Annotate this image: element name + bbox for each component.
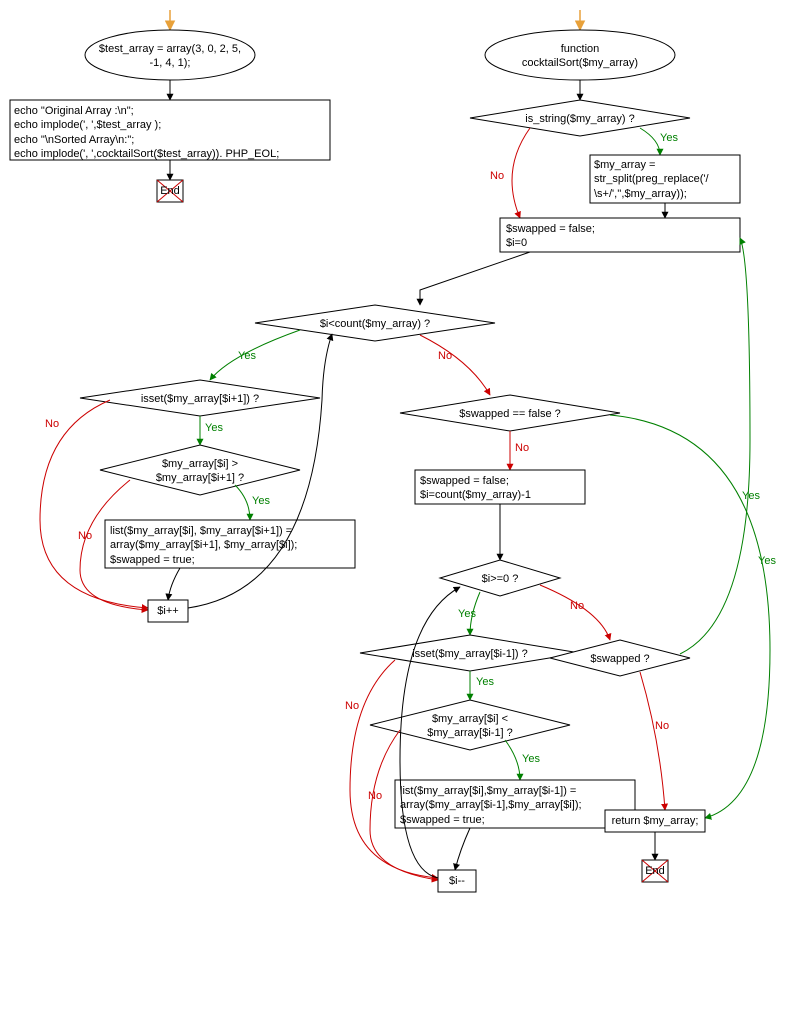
node-f-dec	[438, 870, 476, 892]
node-f-sw2	[550, 640, 690, 676]
node-f-fwdcond	[255, 305, 495, 341]
node-m-start	[85, 30, 255, 80]
edge	[512, 128, 530, 218]
edge	[470, 592, 480, 635]
edge	[420, 252, 530, 305]
edge	[40, 400, 148, 608]
node-m-echo	[10, 100, 330, 160]
node-f-swfalse	[400, 395, 620, 431]
edge	[540, 585, 610, 640]
edge	[505, 740, 520, 780]
node-f-return	[605, 810, 705, 832]
flowchart-canvas	[0, 0, 793, 1020]
node-f-isstr	[470, 100, 690, 136]
edge	[640, 128, 660, 155]
edge	[610, 415, 770, 818]
edge	[168, 568, 180, 600]
node-f-inc	[148, 600, 188, 622]
node-f-isset1	[80, 380, 320, 416]
node-f-init	[500, 218, 740, 252]
node-f-split	[590, 155, 740, 203]
node-f-swap1	[105, 520, 355, 568]
edge	[210, 330, 300, 380]
node-f-swap2	[395, 780, 635, 828]
edge	[420, 335, 490, 395]
node-f-end	[642, 860, 668, 882]
edge	[235, 485, 250, 520]
node-f-start	[485, 30, 675, 80]
node-f-bwdcond	[440, 560, 560, 596]
node-f-isset2	[360, 635, 580, 671]
node-f-gt	[100, 445, 300, 495]
node-f-reset	[415, 470, 585, 504]
edge	[455, 828, 470, 870]
node-m-end	[157, 180, 183, 202]
edge	[680, 238, 750, 654]
edge	[640, 672, 665, 810]
edge	[350, 660, 438, 878]
